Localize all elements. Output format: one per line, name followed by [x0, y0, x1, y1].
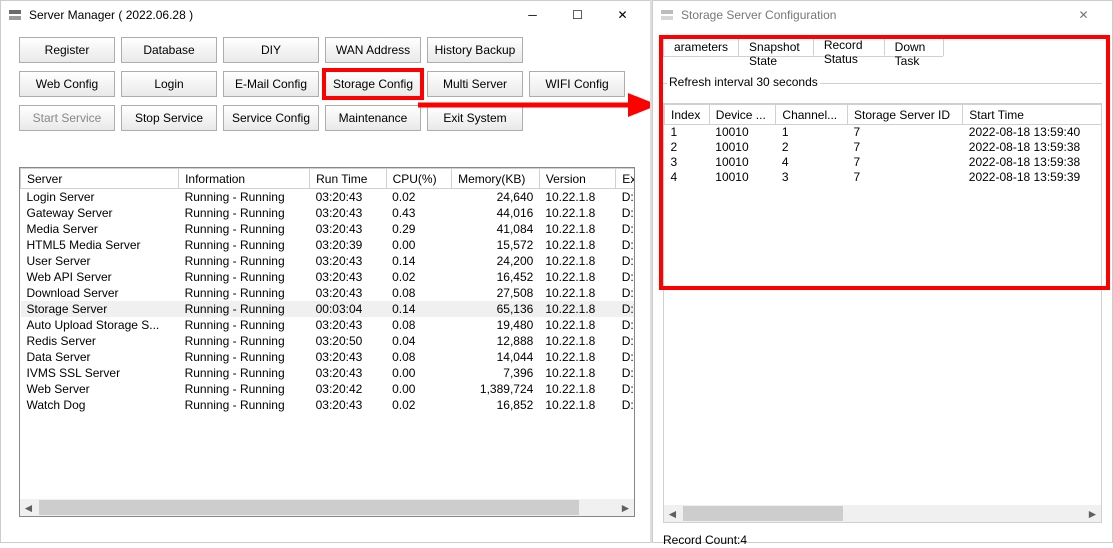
record-table-header-row: Index Device ... Channel... Storage Serv… [665, 105, 1103, 125]
close-button[interactable]: ✕ [600, 1, 645, 29]
multi-server-button[interactable]: Multi Server [427, 71, 523, 97]
table-row[interactable]: Media ServerRunning - Running03:20:430.2… [21, 221, 636, 237]
database-button[interactable]: Database [121, 37, 217, 63]
table-row[interactable]: Web API ServerRunning - Running03:20:430… [21, 269, 636, 285]
server-table-container: Server Information Run Time CPU(%) Memor… [19, 167, 635, 517]
col-storage-server-id[interactable]: Storage Server ID [847, 105, 962, 125]
col-start-time[interactable]: Start Time [963, 105, 1102, 125]
storage-config-window: Storage Server Configuration ✕ arameters… [652, 0, 1113, 543]
table-row[interactable]: Login ServerRunning - Running03:20:430.0… [21, 189, 636, 206]
app-icon [7, 7, 23, 23]
history-backup-button[interactable]: History Backup [427, 37, 523, 63]
storage-config-button[interactable]: Storage Config [325, 71, 421, 97]
table-row[interactable]: 310010472022-08-18 13:59:38Timing [665, 155, 1103, 170]
login-button[interactable]: Login [121, 71, 217, 97]
col-device[interactable]: Device ... [709, 105, 776, 125]
col-memory[interactable]: Memory(KB) [452, 169, 540, 189]
scroll-thumb[interactable] [39, 500, 579, 515]
close-button[interactable]: ✕ [1061, 1, 1106, 29]
record-count-label: Record Count:4 [663, 533, 747, 547]
table-row[interactable]: Auto Upload Storage S...Running - Runnin… [21, 317, 636, 333]
server-table-hscroll[interactable]: ◄ ► [20, 499, 634, 516]
service-config-button[interactable]: Service Config [223, 105, 319, 131]
col-server[interactable]: Server [21, 169, 179, 189]
wifi-config-button[interactable]: WIFI Config [529, 71, 625, 97]
col-index[interactable]: Index [665, 105, 710, 125]
window-title: Storage Server Configuration [681, 8, 1061, 22]
table-row[interactable]: User ServerRunning - Running03:20:430.14… [21, 253, 636, 269]
table-row[interactable]: Storage ServerRunning - Running00:03:040… [21, 301, 636, 317]
scroll-right-icon[interactable]: ► [617, 499, 634, 516]
titlebar: Storage Server Configuration ✕ [653, 1, 1112, 29]
start-service-button[interactable]: Start Service [19, 105, 115, 131]
tab-down-task[interactable]: Down Task [884, 37, 944, 56]
maintenance-button[interactable]: Maintenance [325, 105, 421, 131]
scroll-right-icon[interactable]: ► [1084, 505, 1101, 522]
server-manager-window: Server Manager ( 2022.06.28 ) ─ ☐ ✕ Regi… [0, 0, 652, 543]
scroll-thumb[interactable] [683, 506, 843, 521]
wan-address-button[interactable]: WAN Address [325, 37, 421, 63]
tab-strip: arameters Snapshot State Record Status D… [663, 35, 943, 57]
col-runtime[interactable]: Run Time [310, 169, 386, 189]
tab-snapshot-state[interactable]: Snapshot State [738, 37, 814, 56]
record-table[interactable]: Index Device ... Channel... Storage Serv… [664, 104, 1102, 185]
window-title: Server Manager ( 2022.06.28 ) [29, 8, 510, 22]
record-table-hscroll[interactable]: ◄ ► [664, 505, 1101, 522]
diy-button[interactable]: DIY [223, 37, 319, 63]
button-grid: Register Database DIY WAN Address Histor… [1, 29, 651, 137]
table-row[interactable]: Web ServerRunning - Running03:20:420.001… [21, 381, 636, 397]
table-row[interactable]: Redis ServerRunning - Running03:20:500.0… [21, 333, 636, 349]
server-table[interactable]: Server Information Run Time CPU(%) Memor… [20, 168, 635, 413]
server-table-header-row: Server Information Run Time CPU(%) Memor… [21, 169, 636, 189]
table-row[interactable]: 210010272022-08-18 13:59:38Timing [665, 140, 1103, 155]
table-row[interactable]: Data ServerRunning - Running03:20:430.08… [21, 349, 636, 365]
col-cpu[interactable]: CPU(%) [386, 169, 452, 189]
email-config-button[interactable]: E-Mail Config [223, 71, 319, 97]
scroll-left-icon[interactable]: ◄ [20, 499, 37, 516]
scroll-left-icon[interactable]: ◄ [664, 505, 681, 522]
refresh-interval-label: Refresh interval 30 seconds [667, 75, 820, 89]
col-channel[interactable]: Channel... [776, 105, 848, 125]
table-row[interactable]: Watch DogRunning - Running03:20:430.0216… [21, 397, 636, 413]
titlebar: Server Manager ( 2022.06.28 ) ─ ☐ ✕ [1, 1, 651, 29]
table-row[interactable]: Gateway ServerRunning - Running03:20:430… [21, 205, 636, 221]
table-row[interactable]: Download ServerRunning - Running03:20:43… [21, 285, 636, 301]
table-row[interactable]: 110010172022-08-18 13:59:40Timing [665, 125, 1103, 140]
app-icon [659, 7, 675, 23]
table-row[interactable]: 410010372022-08-18 13:59:39Timing [665, 170, 1103, 185]
maximize-button[interactable]: ☐ [555, 1, 600, 29]
tab-parameters[interactable]: arameters [663, 37, 739, 56]
web-config-button[interactable]: Web Config [19, 71, 115, 97]
table-row[interactable]: IVMS SSL ServerRunning - Running03:20:43… [21, 365, 636, 381]
minimize-button[interactable]: ─ [510, 1, 555, 29]
col-version[interactable]: Version [539, 169, 615, 189]
table-row[interactable]: HTML5 Media ServerRunning - Running03:20… [21, 237, 636, 253]
stop-service-button[interactable]: Stop Service [121, 105, 217, 131]
col-information[interactable]: Information [179, 169, 310, 189]
tab-record-status[interactable]: Record Status [813, 35, 885, 56]
record-table-container: Index Device ... Channel... Storage Serv… [663, 103, 1102, 523]
col-exe[interactable]: Exe [616, 169, 635, 189]
exit-system-button[interactable]: Exit System [427, 105, 523, 131]
register-button[interactable]: Register [19, 37, 115, 63]
